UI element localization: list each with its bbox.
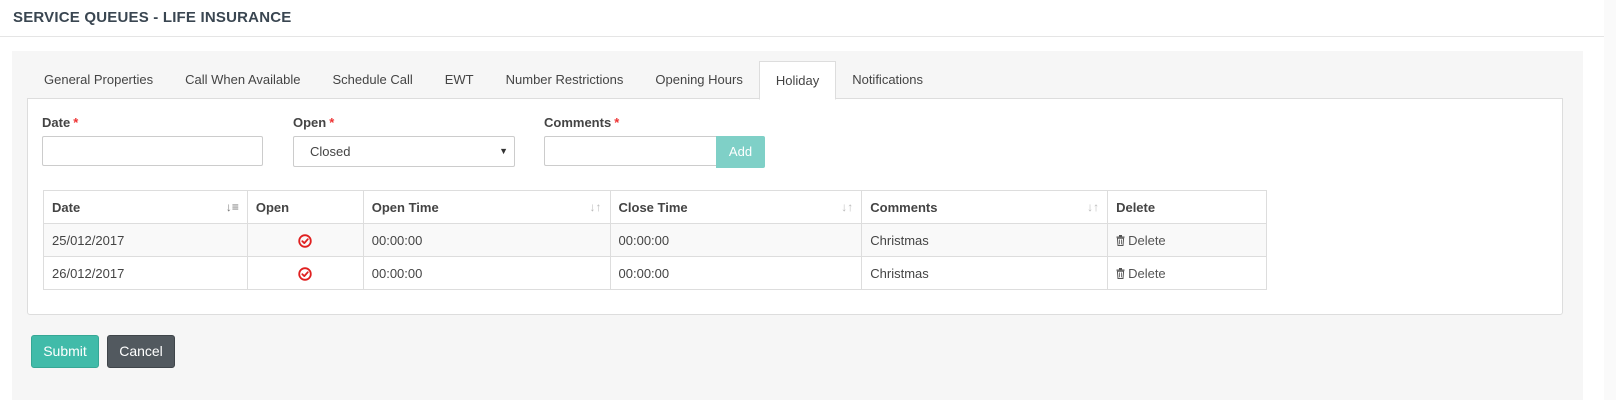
- open-select[interactable]: Closed ▼: [293, 136, 515, 167]
- sort-icon[interactable]: ↓↑: [841, 200, 853, 214]
- tab-notifications[interactable]: Notifications: [836, 61, 939, 98]
- cell-comments: Christmas: [861, 223, 1109, 257]
- scrollbar[interactable]: [1604, 0, 1616, 400]
- holiday-tab-content: Date * Open * Comments * Closed ▼ Add Date …: [27, 98, 1563, 315]
- column-header-close-time[interactable]: Close Time ↓↑: [609, 190, 863, 224]
- table-row: 25/012/2017 00:00:00 00:00:00 Christmas: [43, 223, 1267, 257]
- add-button[interactable]: Add: [716, 136, 765, 168]
- date-input[interactable]: [42, 136, 263, 166]
- cell-delete: Delete: [1107, 223, 1267, 257]
- trash-icon: [1116, 234, 1125, 246]
- page-header: SERVICE QUEUES - LIFE INSURANCE: [0, 0, 1616, 37]
- column-header-label: Date: [52, 199, 81, 215]
- tab-number-restrictions[interactable]: Number Restrictions: [490, 61, 640, 98]
- main-panel: General Properties Call When Available S…: [12, 51, 1583, 400]
- sort-icon[interactable]: ↓↑: [590, 200, 602, 214]
- delete-link-label: Delete: [1128, 232, 1166, 248]
- delete-link[interactable]: Delete: [1116, 233, 1166, 248]
- delete-link-label: Delete: [1128, 265, 1166, 281]
- column-header-label: Delete: [1116, 199, 1156, 215]
- cell-open-time: 00:00:00: [362, 256, 611, 290]
- comments-input[interactable]: [544, 136, 717, 166]
- comments-label-text: Comments: [544, 115, 612, 130]
- cancel-button[interactable]: Cancel: [107, 335, 175, 368]
- tab-call-when-available[interactable]: Call When Available: [169, 61, 316, 98]
- comments-label: Comments *: [544, 115, 619, 130]
- cell-open: [246, 223, 364, 257]
- required-mark: *: [329, 115, 335, 130]
- cell-date: 26/012/2017: [43, 256, 248, 290]
- column-header-open: Open: [246, 190, 364, 224]
- cell-delete: Delete: [1107, 256, 1267, 290]
- required-mark: *: [614, 115, 620, 130]
- holiday-table: Date ↓≡ Open Open Time ↓↑ Close Time ↓↑: [43, 190, 1267, 290]
- column-header-delete: Delete: [1107, 190, 1267, 224]
- chevron-down-icon: ▼: [499, 146, 508, 156]
- cell-open: [246, 256, 364, 290]
- column-header-comments[interactable]: Comments ↓↑: [861, 190, 1109, 224]
- table-header-row: Date ↓≡ Open Open Time ↓↑ Close Time ↓↑: [43, 190, 1267, 224]
- submit-button[interactable]: Submit: [31, 335, 99, 368]
- open-select-value: Closed: [310, 144, 351, 159]
- check-circle-icon: [298, 234, 312, 248]
- table-row: 26/012/2017 00:00:00 00:00:00 Christmas: [43, 256, 1267, 290]
- open-label-text: Open: [293, 115, 327, 130]
- delete-link[interactable]: Delete: [1116, 266, 1166, 281]
- cell-comments: Christmas: [861, 256, 1109, 290]
- tab-opening-hours[interactable]: Opening Hours: [639, 61, 758, 98]
- column-header-label: Open: [255, 199, 290, 215]
- date-label: Date *: [42, 115, 78, 130]
- cell-close-time: 00:00:00: [609, 223, 863, 257]
- trash-icon: [1116, 267, 1125, 279]
- page-title: SERVICE QUEUES - LIFE INSURANCE: [13, 9, 292, 26]
- column-header-label: Open Time: [371, 199, 439, 215]
- column-header-label: Close Time: [618, 199, 688, 215]
- tab-ewt[interactable]: EWT: [429, 61, 490, 98]
- column-header-open-time[interactable]: Open Time ↓↑: [362, 190, 611, 224]
- open-label: Open *: [293, 115, 334, 130]
- tab-schedule-call[interactable]: Schedule Call: [317, 61, 429, 98]
- sort-ascending-icon[interactable]: ↓≡: [226, 200, 239, 214]
- tab-general-properties[interactable]: General Properties: [28, 61, 169, 98]
- date-label-text: Date: [42, 115, 71, 130]
- check-circle-icon: [298, 267, 312, 281]
- tab-holiday[interactable]: Holiday: [758, 61, 837, 100]
- cell-close-time: 00:00:00: [609, 256, 863, 290]
- sort-icon[interactable]: ↓↑: [1087, 200, 1099, 214]
- cell-date: 25/012/2017: [43, 223, 248, 257]
- cell-open-time: 00:00:00: [362, 223, 611, 257]
- required-mark: *: [73, 115, 79, 130]
- column-header-date[interactable]: Date ↓≡: [43, 190, 248, 224]
- tab-bar: General Properties Call When Available S…: [28, 61, 939, 100]
- column-header-label: Comments: [870, 199, 938, 215]
